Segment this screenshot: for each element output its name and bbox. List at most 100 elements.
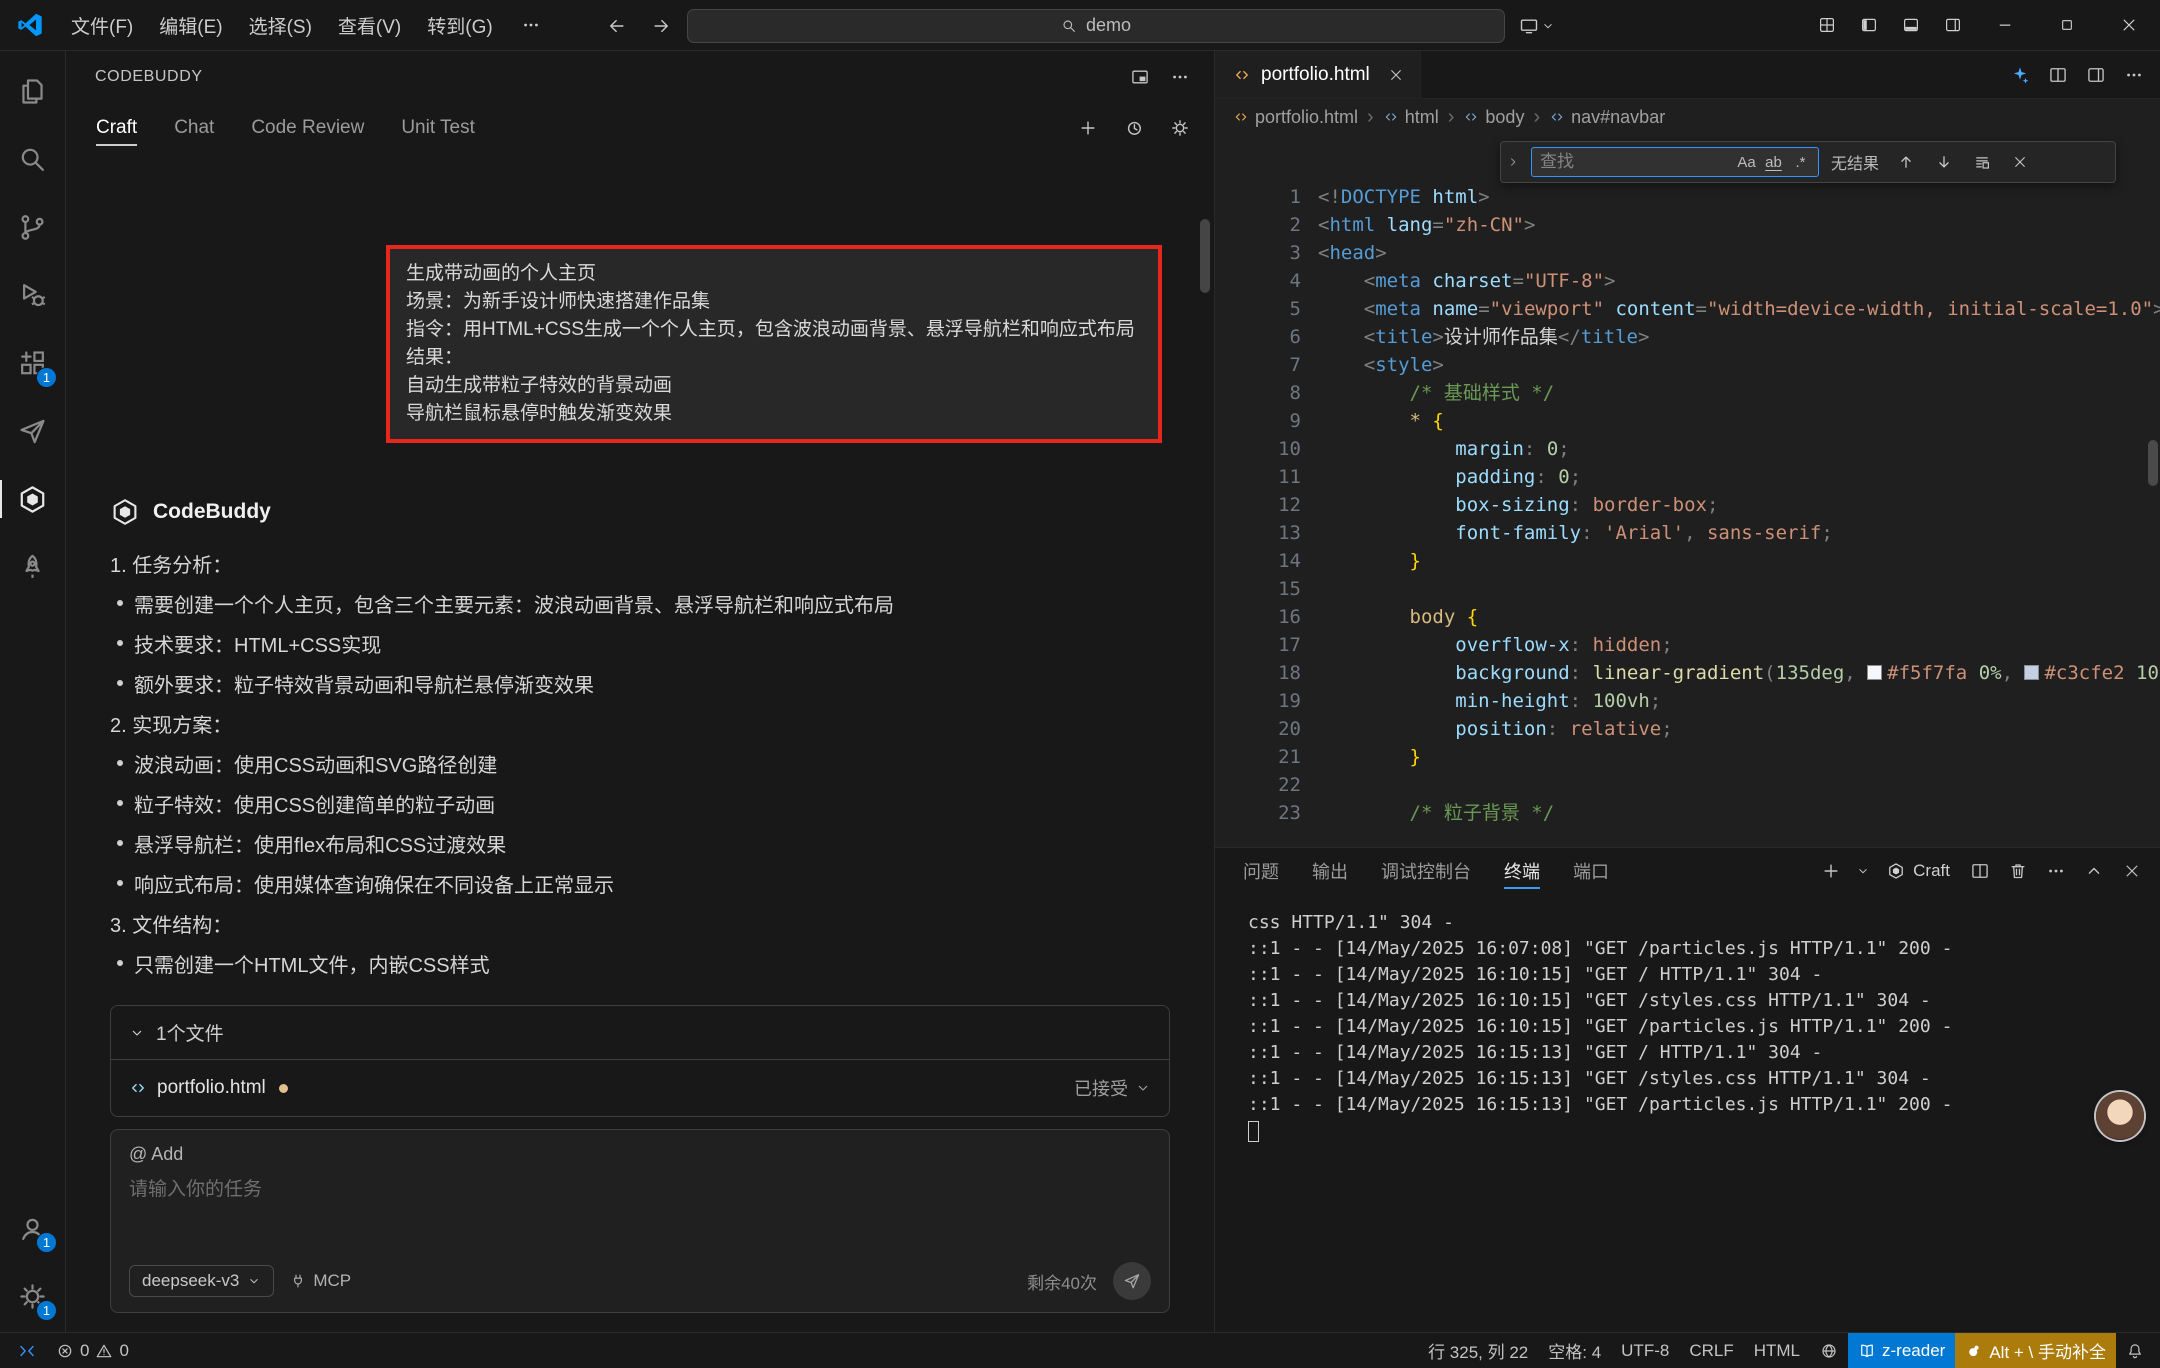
encoding[interactable]: UTF-8: [1611, 1333, 1679, 1368]
assistant-avatar[interactable]: [2096, 1092, 2144, 1140]
task-input[interactable]: [129, 1179, 1151, 1201]
remote-indicator[interactable]: [8, 1333, 46, 1368]
code-line[interactable]: 13 font-family: 'Arial', sans-serif;: [1215, 519, 2160, 547]
activitybar-explorer[interactable]: [0, 57, 65, 125]
code-line[interactable]: 3<head>: [1215, 239, 2160, 267]
window-minimize-button[interactable]: [1974, 0, 2036, 51]
file-row[interactable]: portfolio.html 已接受: [111, 1060, 1169, 1116]
match-case-toggle[interactable]: Aa: [1733, 150, 1760, 174]
code-line[interactable]: 7 <style>: [1215, 351, 2160, 379]
window-close-button[interactable]: [2098, 0, 2160, 51]
code-line[interactable]: 16 body {: [1215, 603, 2160, 631]
code-line[interactable]: 19 min-height: 100vh;: [1215, 687, 2160, 715]
breadcrumb-item[interactable]: portfolio.html: [1233, 107, 1358, 128]
panel-tab-端口[interactable]: 端口: [1573, 848, 1609, 894]
code-line[interactable]: 22: [1215, 771, 2160, 799]
tab-close-button[interactable]: [1384, 63, 1408, 87]
panel-tab-输出[interactable]: 输出: [1312, 848, 1348, 894]
code-line[interactable]: 15: [1215, 575, 2160, 603]
open-in-editor-button[interactable]: [1122, 59, 1158, 95]
activitybar-codebuddy[interactable]: [0, 465, 65, 533]
activitybar-extension-b[interactable]: [0, 533, 65, 601]
accept-status[interactable]: 已接受: [1074, 1075, 1151, 1101]
mcp-button[interactable]: MCP: [290, 1271, 351, 1291]
code-line[interactable]: 21 }: [1215, 743, 2160, 771]
code-line[interactable]: 8 /* 基础样式 */: [1215, 379, 2160, 407]
regex-toggle[interactable]: .*: [1787, 150, 1814, 174]
sidebar-tab-chat[interactable]: Chat: [174, 103, 214, 153]
manual-completion-status[interactable]: Alt + \ 手动补全: [1955, 1333, 2116, 1368]
find-in-selection-button[interactable]: [1967, 147, 1997, 177]
panel-tab-终端[interactable]: 终端: [1504, 848, 1540, 894]
code-line[interactable]: 2<html lang="zh-CN">: [1215, 211, 2160, 239]
code-line[interactable]: 4 <meta charset="UTF-8">: [1215, 267, 2160, 295]
code-line[interactable]: 23 /* 粒子背景 */: [1215, 799, 2160, 827]
more-actions-button[interactable]: [1162, 59, 1198, 95]
customize-layout-button[interactable]: [1806, 0, 1848, 51]
terminal-profile-dropdown[interactable]: [1851, 853, 1875, 889]
menu-item[interactable]: 转到(G): [414, 8, 505, 42]
code-line[interactable]: 10 margin: 0;: [1215, 435, 2160, 463]
code-line[interactable]: 6 <title>设计师作品集</title>: [1215, 323, 2160, 351]
activitybar-run-debug[interactable]: [0, 261, 65, 329]
browser-preview-button[interactable]: [1810, 1333, 1848, 1368]
menu-item[interactable]: 查看(V): [325, 8, 414, 42]
problems-status[interactable]: 0 0: [46, 1333, 139, 1368]
chat-settings-button[interactable]: [1162, 110, 1198, 146]
activitybar-source-control[interactable]: [0, 193, 65, 261]
activitybar-settings[interactable]: 1: [0, 1262, 65, 1330]
activitybar-extensions[interactable]: 1: [0, 329, 65, 397]
go-back-button[interactable]: [599, 8, 635, 44]
maximize-panel-button[interactable]: [2076, 853, 2112, 889]
code-line[interactable]: 17 overflow-x: hidden;: [1215, 631, 2160, 659]
scrollbar-thumb[interactable]: [2148, 440, 2158, 486]
breadcrumb-item[interactable]: nav#navbar: [1549, 107, 1665, 128]
code-line[interactable]: 20 position: relative;: [1215, 715, 2160, 743]
remote-window-menu[interactable]: [1513, 16, 1561, 36]
language-mode[interactable]: HTML: [1744, 1333, 1810, 1368]
menu-item[interactable]: 编辑(E): [146, 8, 235, 42]
split-terminal-button[interactable]: [1962, 853, 1998, 889]
eol-sequence[interactable]: CRLF: [1679, 1333, 1743, 1368]
sidebar-tab-craft[interactable]: Craft: [96, 103, 137, 153]
toggle-replace-button[interactable]: [1503, 142, 1523, 182]
editor-scrollbar[interactable]: [2146, 135, 2160, 847]
toggle-secondary-sidebar-button[interactable]: [1932, 0, 1974, 51]
code-line[interactable]: 18 background: linear-gradient(135deg, #…: [1215, 659, 2160, 687]
code-lines[interactable]: 1<!DOCTYPE html>2<html lang="zh-CN">3<he…: [1215, 135, 2160, 827]
model-selector[interactable]: deepseek-v3: [129, 1265, 274, 1297]
code-line[interactable]: 5 <meta name="viewport" content="width=d…: [1215, 295, 2160, 323]
panel-more-actions[interactable]: [2038, 853, 2074, 889]
ai-edit-button[interactable]: [2002, 57, 2038, 93]
code-line[interactable]: 12 box-sizing: border-box;: [1215, 491, 2160, 519]
menu-item[interactable]: 文件(F): [58, 8, 146, 42]
editor-more-actions[interactable]: [2116, 57, 2152, 93]
menu-overflow[interactable]: [508, 8, 554, 42]
editor-tab-portfolio[interactable]: portfolio.html: [1215, 51, 1421, 98]
command-center-search[interactable]: demo: [687, 9, 1505, 43]
new-chat-button[interactable]: [1070, 110, 1106, 146]
split-editor-button[interactable]: [2040, 57, 2076, 93]
code-line[interactable]: 1<!DOCTYPE html>: [1215, 183, 2160, 211]
chat-scroll-area[interactable]: 生成带动画的个人主页场景：为新手设计师快速搭建作品集指令：用HTML+CSS生成…: [66, 153, 1214, 1332]
z-reader-status[interactable]: z-reader: [1848, 1333, 1955, 1368]
whole-word-toggle[interactable]: ab: [1760, 150, 1787, 174]
cursor-position[interactable]: 行 325, 列 22: [1418, 1333, 1538, 1368]
history-button[interactable]: [1116, 110, 1152, 146]
code-line[interactable]: 11 padding: 0;: [1215, 463, 2160, 491]
kill-terminal-button[interactable]: [2000, 853, 2036, 889]
find-previous-button[interactable]: [1891, 147, 1921, 177]
sidebar-tab-code-review[interactable]: Code Review: [251, 103, 364, 153]
close-panel-button[interactable]: [2114, 853, 2150, 889]
activitybar-search[interactable]: [0, 125, 65, 193]
activitybar-extension-a[interactable]: [0, 397, 65, 465]
terminal-output[interactable]: css HTTP/1.1" 304 -::1 - - [14/May/2025 …: [1215, 894, 2160, 1332]
find-input[interactable]: [1540, 152, 1733, 172]
panel-tab-问题[interactable]: 问题: [1243, 848, 1279, 894]
notifications-button[interactable]: [2116, 1333, 2154, 1368]
find-close-button[interactable]: [2005, 147, 2035, 177]
new-terminal-button[interactable]: [1813, 853, 1849, 889]
panel-tab-调试控制台[interactable]: 调试控制台: [1381, 848, 1471, 894]
send-button[interactable]: [1113, 1262, 1151, 1300]
editor-body[interactable]: Aa ab .* 无结果 1<!DOCTYPE html>2<html lang…: [1215, 135, 2160, 847]
